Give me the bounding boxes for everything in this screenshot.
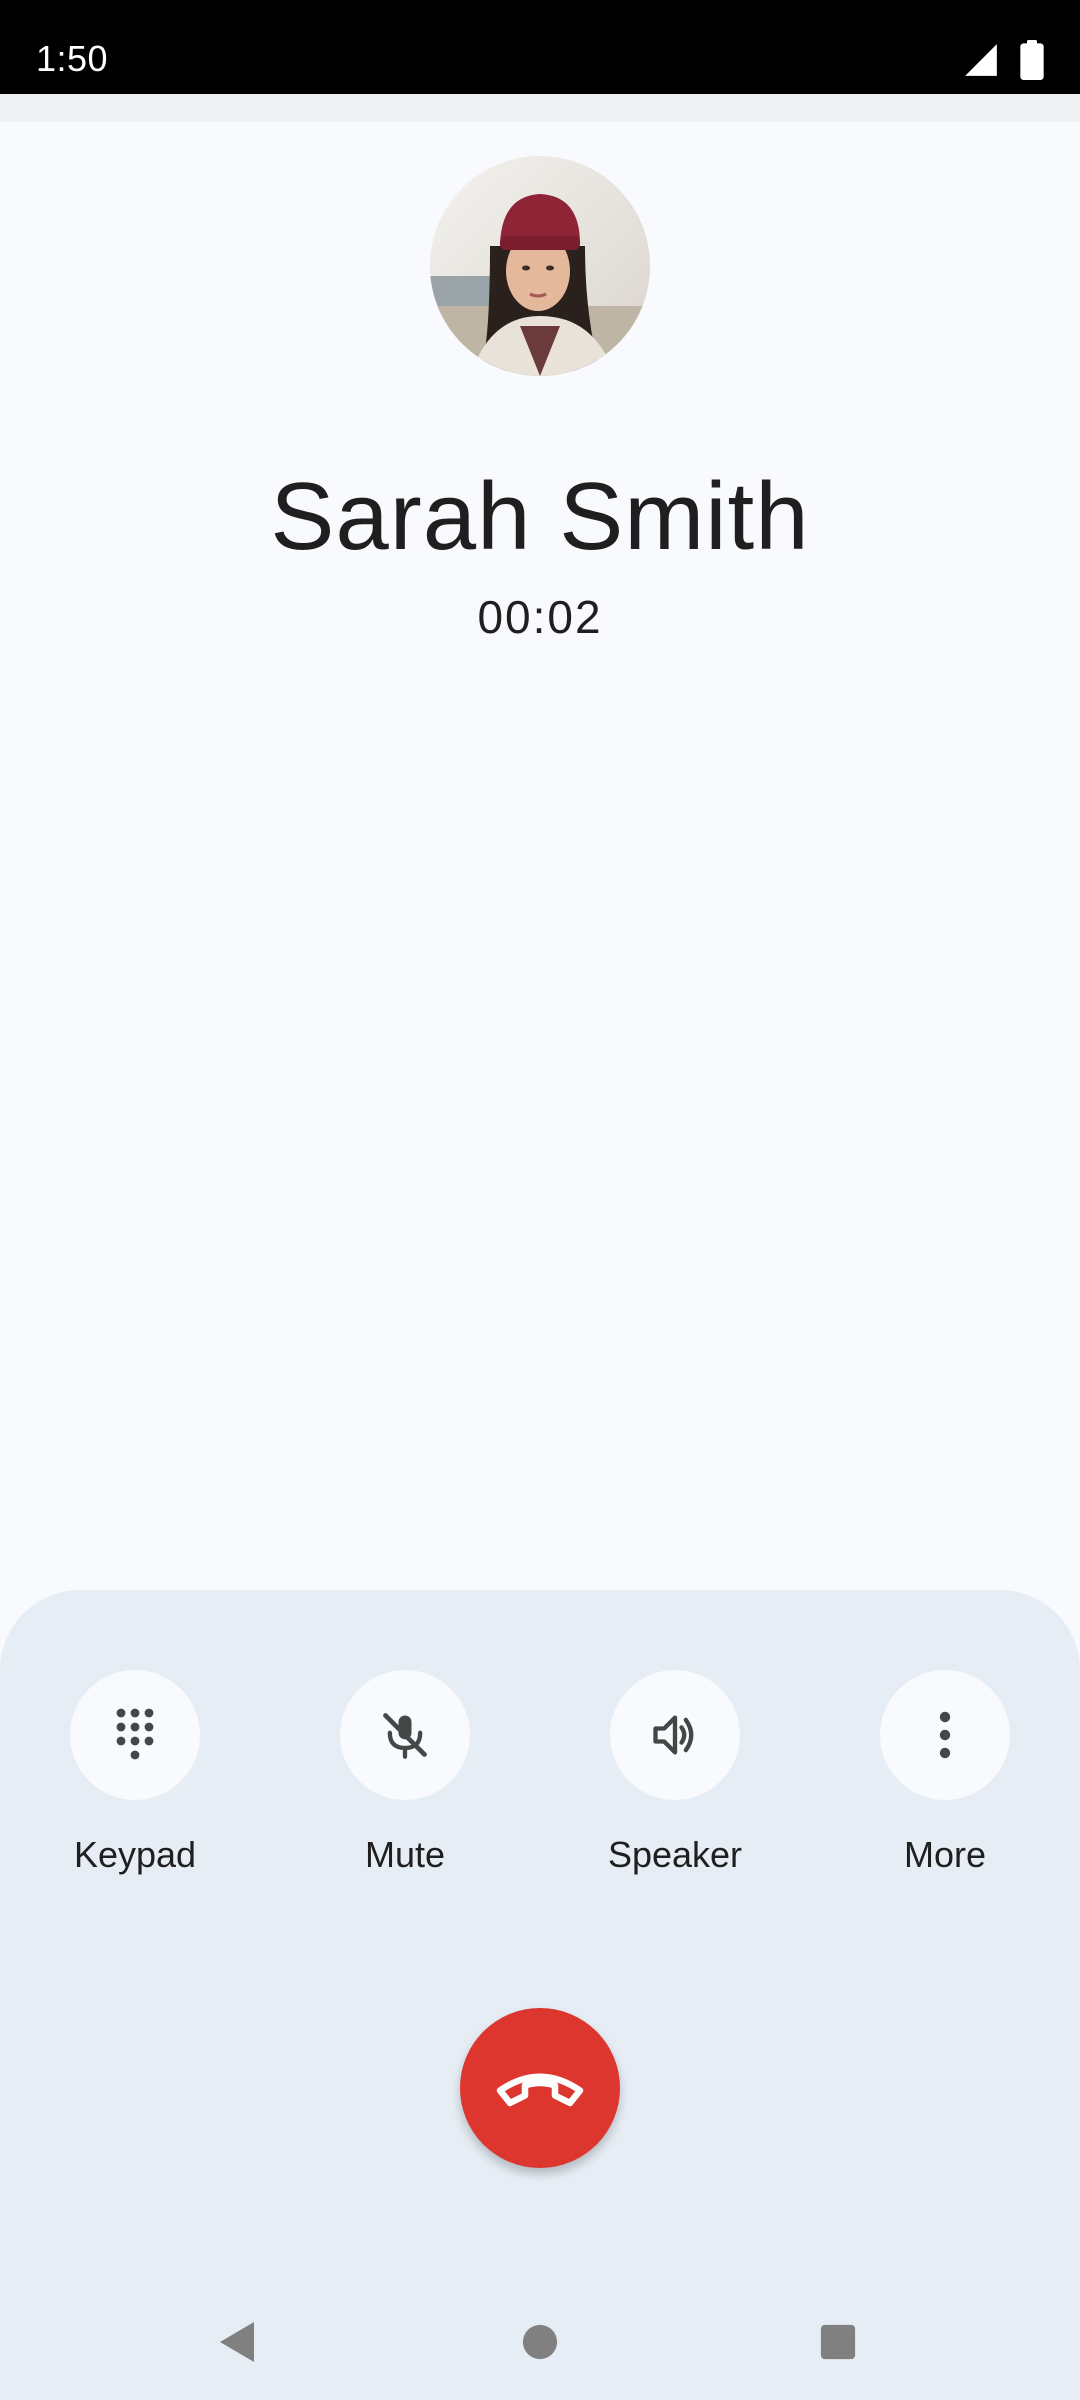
more-label: More [903, 1834, 987, 1875]
more-button-circle[interactable] [880, 1670, 1010, 1800]
cell-signal-icon [965, 44, 997, 76]
call-timer: 00:02 [477, 591, 603, 643]
more-button[interactable]: More [845, 1670, 1045, 1876]
battery-icon [1020, 40, 1044, 80]
call-end-icon [496, 2073, 584, 2107]
status-bar: 1:50 [0, 0, 1080, 94]
keypad-button[interactable]: Keypad [35, 1670, 235, 1876]
speaker-button-circle[interactable] [610, 1670, 740, 1800]
mic-off-icon [383, 1713, 427, 1759]
mute-label: Mute [364, 1834, 446, 1875]
mute-button-circle[interactable] [340, 1670, 470, 1800]
contact-photo [430, 156, 650, 376]
mute-button[interactable]: Mute [305, 1670, 505, 1876]
keypad-button-circle[interactable] [70, 1670, 200, 1800]
header-strip [0, 94, 1080, 122]
contact-avatar [430, 156, 650, 376]
end-call-button[interactable] [460, 2008, 620, 2168]
back-icon [220, 2322, 254, 2362]
dialpad-icon [116, 1708, 154, 1760]
status-time: 1:50 [36, 38, 109, 79]
nav-back-button[interactable] [208, 2312, 268, 2372]
speaker-label: Speaker [607, 1834, 743, 1875]
speaker-icon [653, 1715, 694, 1755]
speaker-button[interactable]: Speaker [575, 1670, 775, 1876]
home-icon [522, 2324, 558, 2360]
navigation-bar [0, 2290, 1080, 2400]
more-vert-icon [939, 1711, 951, 1759]
keypad-label: Keypad [73, 1834, 197, 1875]
recents-icon [820, 2324, 856, 2360]
status-icons [962, 40, 1044, 80]
nav-recents-button[interactable] [808, 2312, 868, 2372]
contact-name: Sarah Smith [270, 463, 810, 570]
nav-home-button[interactable] [510, 2312, 570, 2372]
